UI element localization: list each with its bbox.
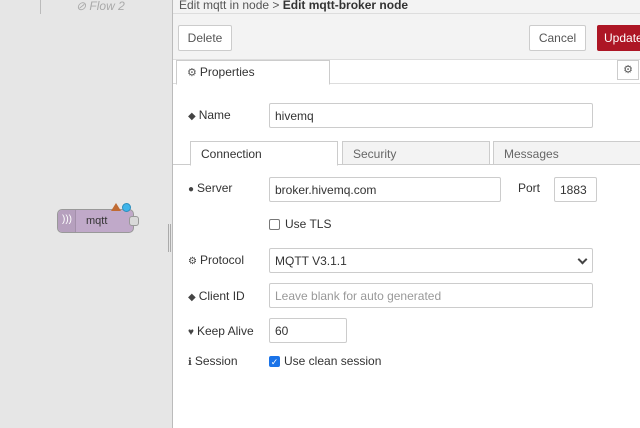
cancel-button[interactable]: Cancel <box>529 25 586 51</box>
server-label-text: Server <box>197 181 233 195</box>
edit-tray: Edit mqtt in node > Edit mqtt-broker nod… <box>172 0 640 428</box>
breadcrumb: Edit mqtt in node > Edit mqtt-broker nod… <box>179 0 408 12</box>
port-label: Port <box>518 181 541 195</box>
gear-icon: ⚙ <box>187 67 197 79</box>
tray-toolbar: Delete Cancel Update <box>173 14 640 60</box>
warning-icon <box>111 203 121 211</box>
config-subtabs: Connection Security Messages <box>173 140 640 166</box>
tab-properties-label: Properties <box>199 65 255 79</box>
keep-alive-field[interactable]: 60 <box>269 318 347 343</box>
server-field[interactable]: broker.hivemq.com <box>269 177 501 202</box>
node-changed-indicator <box>122 203 131 212</box>
flow-tab-label: Flow 2 <box>89 0 125 13</box>
breadcrumb-current: Edit mqtt-broker node <box>282 0 409 12</box>
flow-tab-divider <box>40 0 41 14</box>
use-tls-checkbox[interactable] <box>269 219 280 230</box>
breadcrumb-parent[interactable]: Edit mqtt in node > <box>179 0 283 12</box>
resize-handle[interactable] <box>168 224 171 252</box>
check-icon: ✓ <box>270 357 279 367</box>
use-tls-label: Use TLS <box>285 217 332 231</box>
protocol-label-text: Protocol <box>199 253 244 267</box>
properties-tabbar: ⚙ Properties <box>173 60 640 85</box>
tab-connection[interactable]: Connection <box>190 141 338 166</box>
protocol-label: ⚙ Protocol <box>188 253 244 267</box>
keep-alive-label: ♥ Keep Alive <box>188 324 254 338</box>
tray-header: Edit mqtt in node > Edit mqtt-broker nod… <box>173 0 640 14</box>
update-button[interactable]: Update <box>597 25 640 51</box>
client-id-field[interactable]: Leave blank for auto generated <box>269 283 593 308</box>
node-settings-button[interactable]: ⚙ <box>617 60 639 80</box>
name-label: ◆ Name <box>188 108 231 122</box>
client-id-label-text: Client ID <box>198 289 245 303</box>
globe-icon: ● <box>188 184 195 195</box>
mqtt-in-node[interactable]: ))) mqtt <box>57 203 139 233</box>
chevron-down-icon <box>577 254 588 265</box>
mqtt-node-icon: ))) <box>62 214 72 225</box>
flow-disabled-icon: ⊘ <box>76 0 87 13</box>
workspace-canvas[interactable]: ⊘ Flow 2 ))) mqtt <box>0 0 172 428</box>
node-label: mqtt <box>86 215 108 227</box>
keep-alive-label-text: Keep Alive <box>196 324 254 338</box>
tab-messages[interactable]: Messages <box>493 141 640 165</box>
gear-icon: ⚙ <box>188 256 197 267</box>
flow-tab[interactable]: ⊘ Flow 2 <box>76 0 125 13</box>
tab-security[interactable]: Security <box>342 141 490 165</box>
tag-icon: ◆ <box>188 292 196 303</box>
node-icon-area: ))) <box>58 210 76 232</box>
clean-session-checkbox[interactable]: ✓ <box>269 356 280 367</box>
session-label: ℹ Session <box>188 354 238 368</box>
client-id-label: ◆ Client ID <box>188 289 245 303</box>
name-field[interactable]: hivemq <box>269 103 593 128</box>
server-label: ● Server <box>188 181 232 195</box>
tab-properties[interactable]: ⚙ Properties <box>176 60 330 85</box>
node-output-port[interactable] <box>129 216 139 226</box>
name-label-text: Name <box>198 108 231 122</box>
gear-icon: ⚙ <box>623 64 633 76</box>
protocol-select[interactable]: MQTT V3.1.1 <box>269 248 593 273</box>
session-label-text: Session <box>194 354 238 368</box>
clean-session-label: Use clean session <box>284 354 382 368</box>
info-icon: ℹ <box>188 357 192 368</box>
delete-button[interactable]: Delete <box>178 25 232 51</box>
protocol-select-value: MQTT V3.1.1 <box>275 254 347 268</box>
port-field[interactable]: 1883 <box>554 177 597 202</box>
tag-icon: ◆ <box>188 111 196 122</box>
heartbeat-icon: ♥ <box>188 327 194 338</box>
